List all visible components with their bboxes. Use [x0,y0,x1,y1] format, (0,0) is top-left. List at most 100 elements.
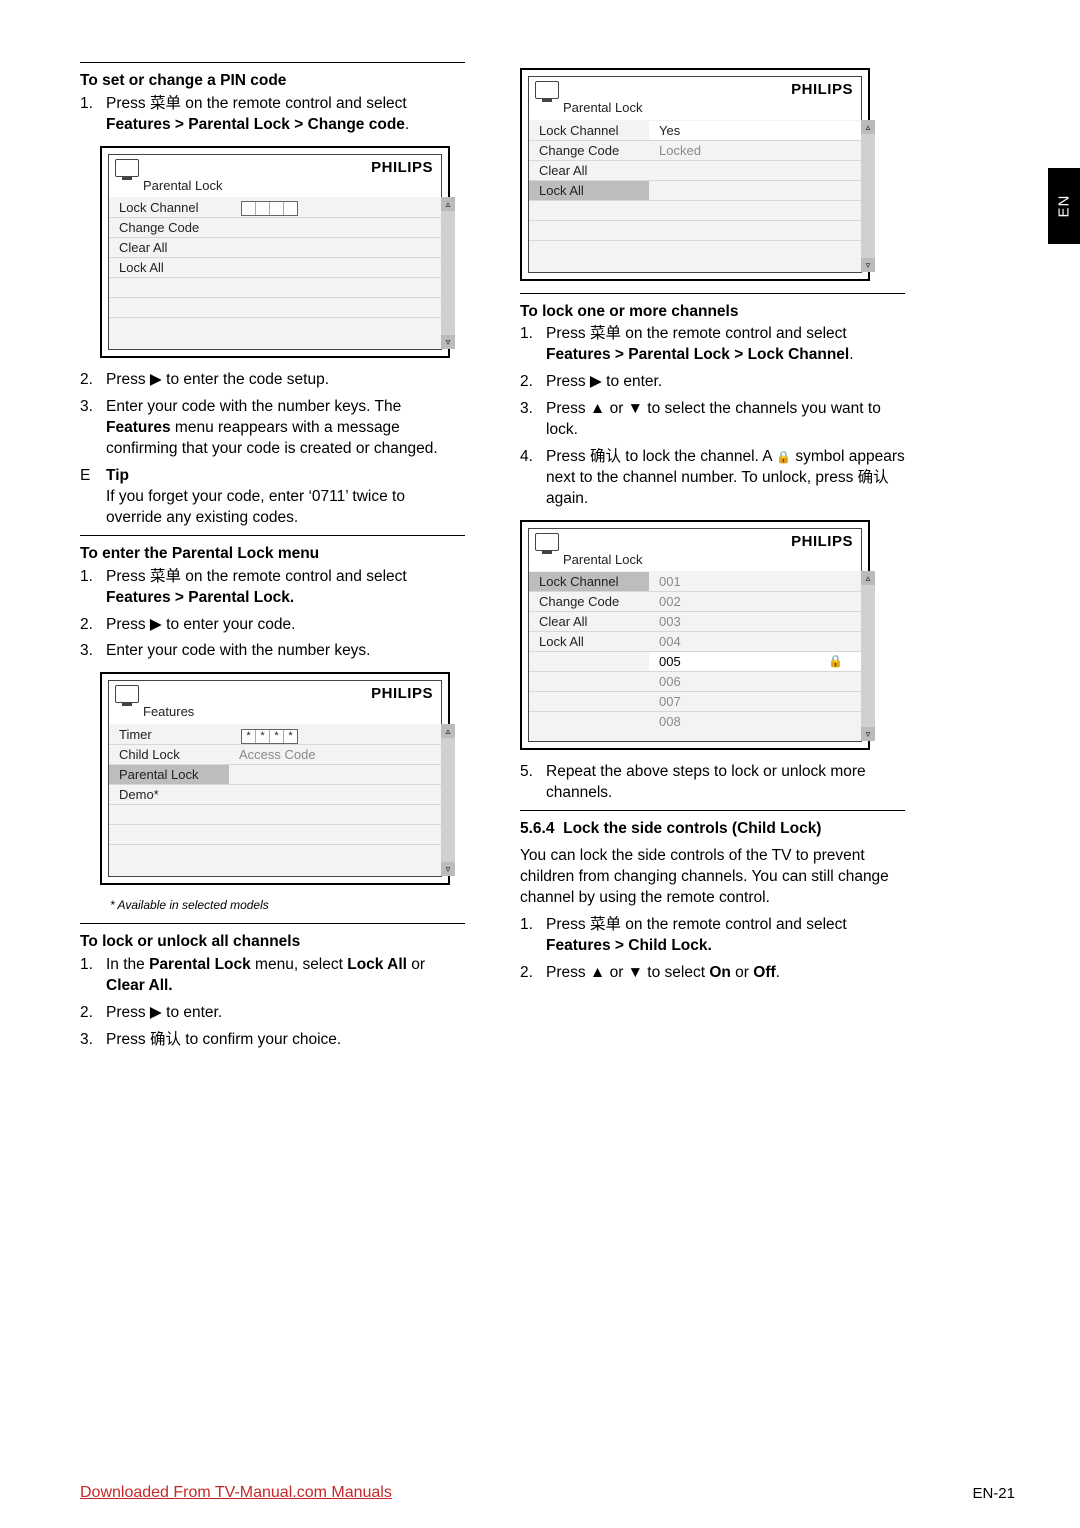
osd-item: Demo* [109,785,229,805]
step: 3.Press ▲ or ▼ to select the channels yo… [520,399,905,441]
divider [80,923,465,924]
osd-channel: 007 [649,692,861,712]
step-text: Enter your code with the number keys. [106,641,465,662]
step: 1.In the Parental Lock menu, select Lock… [80,955,465,997]
osd-value: Access Code [229,745,441,765]
osd-screenshot: PHILIPS Parental Lock Lock Channel Chang… [520,68,870,281]
tip-label: Tip [106,466,129,487]
osd-scrollbar: ▵▿ [861,571,875,741]
code-mask-icon [241,729,298,744]
divider [80,62,465,63]
osd-channel-selected: 005🔒 [649,652,861,672]
step-list: 1.In the Parental Lock menu, select Lock… [80,955,465,1051]
step-text: Press ▶ to enter. [106,1003,465,1024]
step-text: Press 菜单 on the remote control and selec… [546,915,905,957]
osd-item: Change Code [109,218,229,238]
osd-breadcrumb: Parental Lock [529,551,861,569]
step-text: Press 菜单 on the remote control and selec… [546,324,905,366]
osd-item: Change Code [529,592,649,612]
brand-label: PHILIPS [791,80,853,100]
step: 2.Press ▶ to enter. [520,372,905,393]
step: 2.Press ▶ to enter the code setup. [80,370,465,391]
tv-icon [535,81,559,99]
osd-breadcrumb: Parental Lock [529,99,861,117]
step: 1.Press 菜单 on the remote control and sel… [520,324,905,366]
tv-icon [115,159,139,177]
osd-item-selected: Lock Channel [529,572,649,592]
step: 3.Enter your code with the number keys. [80,641,465,662]
osd-item: Lock All [109,258,229,278]
osd-item: Child Lock [109,745,229,765]
step-text: Press 菜单 on the remote control and selec… [106,94,465,136]
page-number: EN-21 [972,1484,1015,1504]
page-footer: Downloaded From TV-Manual.com Manuals EN… [80,1482,1015,1504]
osd-channel: 004 [649,632,861,652]
step-text: Press ▲ or ▼ to select the channels you … [546,399,905,441]
brand-label: PHILIPS [791,532,853,552]
step-text: Press ▶ to enter your code. [106,615,465,636]
step-text: Press 菜单 on the remote control and selec… [106,567,465,609]
left-column: To set or change a PIN code 1. Press 菜单 … [80,56,465,1057]
brand-label: PHILIPS [371,158,433,178]
step-number: 2. [80,370,106,391]
step-text: Press ▲ or ▼ to select On or Off. [546,963,905,984]
step-list: 1.Press 菜单 on the remote control and sel… [520,915,905,984]
step-list: 2.Press ▶ to enter the code setup. 3.Ent… [80,370,465,460]
step: 2.Press ▶ to enter. [80,1003,465,1024]
step-list: 1. Press 菜单 on the remote control and se… [80,94,465,136]
step: 1.Press 菜单 on the remote control and sel… [80,567,465,609]
content-columns: To set or change a PIN code 1. Press 菜单 … [80,56,1015,1057]
tip-body: If you forget your code, enter ‘0711’ tw… [106,487,465,529]
step-list: 1.Press 菜单 on the remote control and sel… [520,324,905,509]
step-text: Press 确认 to confirm your choice. [106,1030,465,1051]
step-text: Press ▶ to enter. [546,372,905,393]
lock-icon: 🔒 [776,450,791,464]
osd-item: Timer [109,725,229,745]
footnote: * Available in selected models [110,897,465,913]
osd-value: Locked [649,141,861,161]
language-tab-text: EN [1054,195,1074,218]
step: 4.Press 确认 to lock the channel. A 🔒 symb… [520,447,905,510]
osd-channel: 002 [649,592,861,612]
osd-value [229,198,441,218]
step-list: 1.Press 菜单 on the remote control and sel… [80,567,465,663]
step: 1. Press 菜单 on the remote control and se… [80,94,465,136]
step: 1.Press 菜单 on the remote control and sel… [520,915,905,957]
osd-menu-left: Lock Channel Change Code Clear All Lock … [109,197,229,349]
osd-item: Clear All [529,612,649,632]
osd-item: Lock All [529,632,649,652]
download-link[interactable]: Downloaded From TV-Manual.com Manuals [80,1482,392,1504]
osd-breadcrumb: Parental Lock [109,177,441,195]
section-heading: To enter the Parental Lock menu [80,544,465,565]
tv-icon [535,533,559,551]
divider [80,535,465,536]
osd-channel: 003 [649,612,861,632]
osd-screenshot: PHILIPS Features Timer Child Lock Parent… [100,672,450,885]
step-number: 1. [80,94,106,136]
right-column: PHILIPS Parental Lock Lock Channel Chang… [520,56,905,1057]
brand-label: PHILIPS [371,684,433,704]
osd-item: Clear All [109,238,229,258]
step-text: Press 确认 to lock the channel. A 🔒 symbol… [546,447,905,510]
tv-icon [115,685,139,703]
osd-scrollbar: ▵▿ [861,120,875,272]
osd-scrollbar: ▵▿ [441,197,455,349]
step: 2.Press ▲ or ▼ to select On or Off. [520,963,905,984]
section-heading: To set or change a PIN code [80,71,465,92]
osd-item: Lock Channel [109,198,229,218]
lock-icon: 🔒 [828,652,843,671]
osd-scrollbar: ▵▿ [441,724,455,876]
tip: E Tip [80,466,465,487]
divider [520,293,905,294]
section-intro: You can lock the side controls of the TV… [520,846,905,909]
osd-item-selected: Parental Lock [109,765,229,785]
osd-item: Clear All [529,161,649,181]
step: 3.Enter your code with the number keys. … [80,397,465,460]
osd-channel: 008 [649,712,861,731]
step-text: Enter your code with the number keys. Th… [106,397,465,460]
step-list: 5.Repeat the above steps to lock or unlo… [520,762,905,804]
osd-screenshot: PHILIPS Parental Lock Lock Channel Chang… [100,146,450,359]
osd-value [229,725,441,745]
osd-item: Change Code [529,141,649,161]
step-number: 3. [80,397,106,460]
